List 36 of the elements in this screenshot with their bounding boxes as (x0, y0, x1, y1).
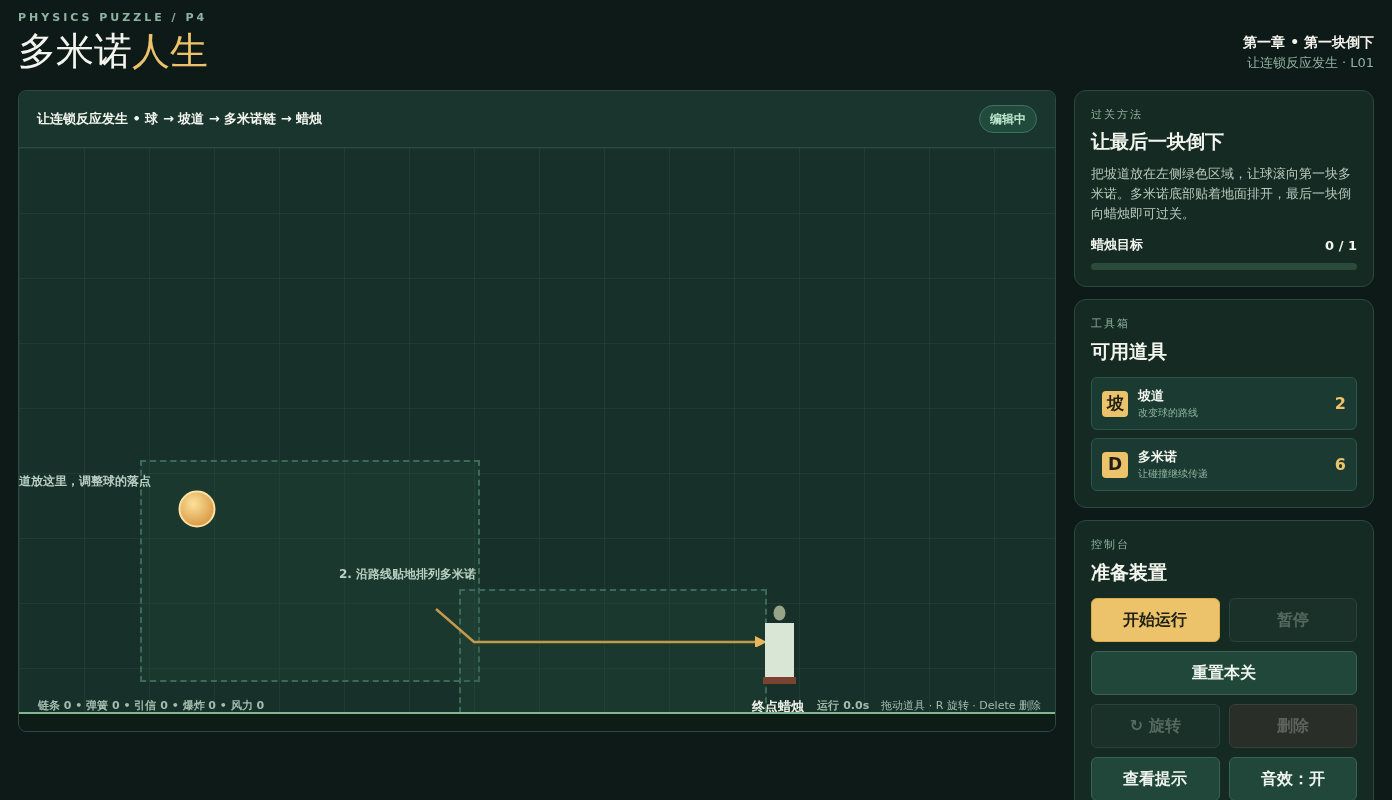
zone-label: 2. 沿路线贴地排列多米诺 (339, 565, 477, 583)
progress-label: 蜡烛目标 (1091, 235, 1143, 254)
ball-icon (178, 489, 216, 528)
hint-text: 拖动道具 · R 旋转 · Delete 删除 (881, 697, 1041, 714)
zone-label: 道放这里，调整球的落点 (19, 472, 151, 490)
tool-item[interactable]: D 多米诺 让碰撞继续传递 6 (1091, 438, 1357, 491)
control-button[interactable]: 开始运行 (1091, 598, 1220, 642)
tool-item[interactable]: 坡 坡道 改变球的路线 2 (1091, 377, 1357, 430)
goal-description: 把坡道放在左侧绿色区域，让球滚向第一块多米诺。多米诺底部贴着地面排开，最后一块倒向蜡烛即可过关。 (1091, 164, 1352, 223)
tool-description: 让碰撞继续传递 (1138, 467, 1209, 482)
tool-name: 坡道 (1138, 386, 1165, 405)
progress-value: 0 / 1 (1325, 236, 1357, 255)
eyebrow-label: PHYSICS PUZZLE / P4 (18, 10, 208, 26)
control-button[interactable]: 查看提示 (1091, 757, 1220, 800)
level-subtitle: 让连锁反应发生 · L01 (1245, 54, 1374, 72)
tool-glyph: D (1102, 451, 1128, 478)
game-title: 多米诺 (18, 28, 132, 73)
tool-name: 多米诺 (1138, 447, 1178, 466)
card-eyebrow: 工具箱 (1091, 316, 1131, 332)
tool-description: 改变球的路线 (1138, 406, 1199, 421)
control-button[interactable]: 音效：开 (1228, 757, 1357, 800)
card-title: 可用道具 (1091, 338, 1168, 364)
control-button[interactable]: 重置本关 (1091, 651, 1357, 695)
card-eyebrow: 过关方法 (1091, 106, 1144, 123)
timer-text: 运行 0.0s (817, 697, 870, 714)
card-title: 准备装置 (1091, 559, 1168, 585)
card-title: 让最后一块倒下 (1091, 129, 1225, 154)
tool-glyph: 坡 (1102, 390, 1128, 417)
stage-caption: 让连锁反应发生 • 球 → 坡道 → 多米诺链 → 蜡烛 (37, 109, 323, 128)
stats-text: 链条 0 • 弹簧 0 • 引信 0 • 爆炸 0 • 风力 0 (38, 697, 265, 714)
game-title-accent: 人生 (132, 28, 208, 73)
card-eyebrow: 控制台 (1091, 537, 1131, 553)
chapter-title: 第一章 • 第一块倒下 (1243, 33, 1374, 52)
tool-count: 2 (1334, 392, 1346, 415)
status-badge: 编辑中 (979, 104, 1037, 133)
tool-count: 6 (1334, 453, 1346, 476)
